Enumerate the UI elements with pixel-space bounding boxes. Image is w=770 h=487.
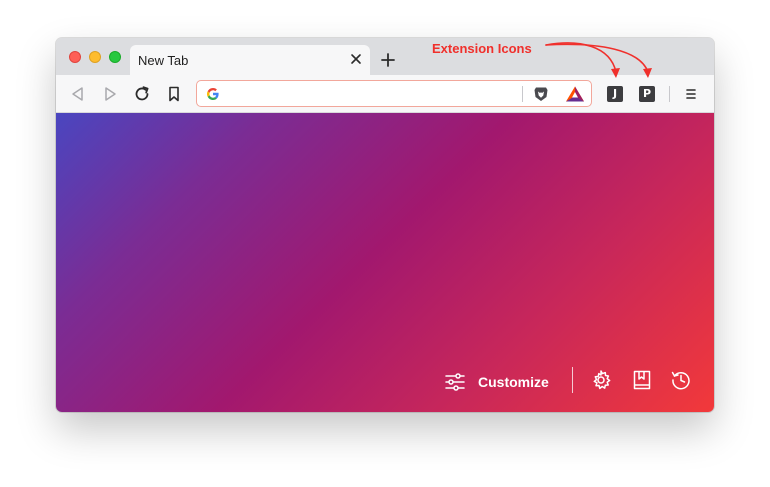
sliders-icon	[445, 373, 465, 391]
gear-icon[interactable]	[590, 369, 612, 391]
new-tab-plus-icon[interactable]	[379, 51, 397, 69]
bookmark-book-icon[interactable]	[631, 369, 653, 391]
history-clock-icon[interactable]	[670, 369, 692, 391]
bat-triangle-icon[interactable]	[565, 85, 585, 103]
annotation-arrows-icon	[545, 42, 652, 78]
customize-label: Customize	[478, 374, 549, 390]
content-separator	[572, 367, 573, 393]
close-icon[interactable]	[348, 51, 364, 67]
tab-new-tab[interactable]: New Tab	[130, 45, 370, 75]
new-tab-page: Customize	[56, 113, 714, 412]
forward-arrow-icon[interactable]	[100, 84, 120, 104]
brave-lion-icon[interactable]	[532, 85, 550, 103]
address-bar[interactable]	[196, 80, 592, 107]
extension-j-icon[interactable]: J	[607, 86, 623, 102]
google-g-icon	[207, 88, 219, 100]
tab-title: New Tab	[138, 53, 189, 68]
back-arrow-icon[interactable]	[68, 84, 88, 104]
close-window-button[interactable]	[69, 51, 81, 63]
minimize-window-button[interactable]	[89, 51, 101, 63]
reload-icon[interactable]	[132, 84, 152, 104]
browser-window: New Tab J P Customize	[56, 38, 714, 412]
toolbar-separator	[669, 86, 670, 102]
extension-p-icon[interactable]: P	[639, 86, 655, 102]
hamburger-menu-icon[interactable]	[682, 85, 700, 103]
address-separator	[522, 86, 523, 102]
zoom-window-button[interactable]	[109, 51, 121, 63]
annotation-label: Extension Icons	[432, 41, 532, 56]
bookmark-icon[interactable]	[164, 84, 184, 104]
